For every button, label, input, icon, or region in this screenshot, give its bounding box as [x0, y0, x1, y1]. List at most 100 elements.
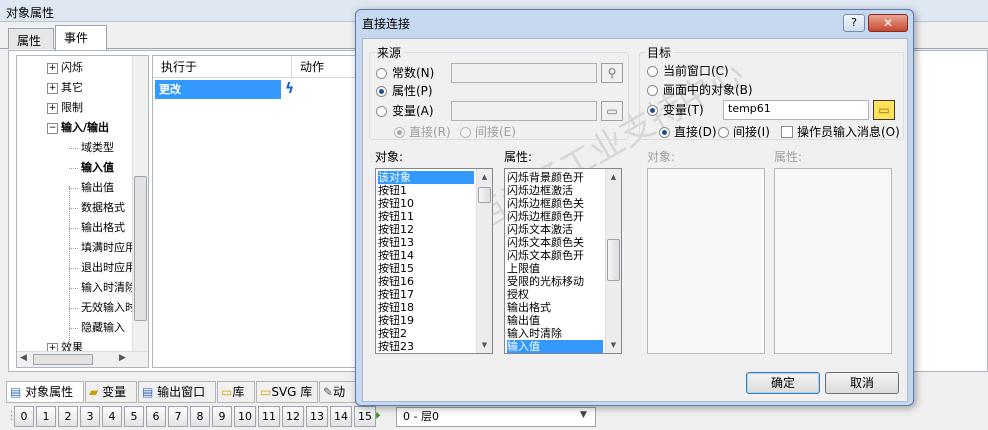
layer-select[interactable]: 0 - 层0: [396, 407, 596, 427]
layer-button[interactable]: 7: [168, 406, 188, 427]
list-item[interactable]: 按钮10: [378, 197, 474, 210]
column-header-action[interactable]: 动作: [292, 56, 363, 78]
list-item[interactable]: 闪烁文本颜色关: [507, 236, 603, 249]
list-item[interactable]: 闪烁边框颜色开: [507, 210, 603, 223]
list-item[interactable]: 按钮19: [378, 314, 474, 327]
layer-button[interactable]: 3: [80, 406, 100, 427]
radio-source-property[interactable]: [376, 86, 387, 97]
list-item[interactable]: 闪烁边框颜色关: [507, 197, 603, 210]
checkbox-operator-input-message[interactable]: [781, 126, 793, 138]
scroll-up-icon[interactable]: ▲: [477, 169, 492, 185]
objects-scrollbar[interactable]: ▲ ▼: [476, 169, 492, 353]
list-item[interactable]: 闪烁边框激活: [507, 184, 603, 197]
grid-row-change[interactable]: 更改: [155, 80, 281, 99]
bottom-tab-library[interactable]: ▭库: [217, 381, 255, 403]
bottom-tab-variables[interactable]: ▰ 变量: [85, 381, 137, 403]
list-item[interactable]: 按钮13: [378, 236, 474, 249]
layer-button[interactable]: 0: [14, 406, 34, 427]
list-item[interactable]: 闪烁背景颜色开: [507, 171, 603, 184]
radio-source-constant[interactable]: [376, 68, 387, 79]
tree-item[interactable]: 隐藏输入: [81, 319, 125, 337]
radio-target-object-in-screen[interactable]: [647, 85, 658, 96]
list-item[interactable]: 按钮1: [378, 184, 474, 197]
tab-events[interactable]: 事件: [55, 25, 107, 50]
help-button[interactable]: ?: [843, 14, 865, 32]
source-variable-input[interactable]: [451, 101, 597, 121]
layer-button[interactable]: 11: [258, 406, 280, 427]
chevron-down-icon[interactable]: ▼: [580, 410, 587, 420]
list-item[interactable]: 按钮11: [378, 210, 474, 223]
tree-item[interactable]: 输出格式: [81, 219, 125, 237]
scroll-down-icon[interactable]: ▼: [606, 337, 621, 353]
tree-item[interactable]: 闪烁: [61, 59, 83, 77]
tree-expander-icon[interactable]: +: [47, 103, 58, 114]
ok-button[interactable]: 确定: [746, 372, 820, 394]
target-properties-listbox[interactable]: [774, 168, 892, 354]
radio-target-variable[interactable]: [647, 105, 658, 116]
tree-hscroll-thumb[interactable]: [33, 354, 93, 365]
tree-vertical-scrollbar[interactable]: [132, 56, 148, 352]
radio-target-current-window[interactable]: [647, 66, 658, 77]
tree-item[interactable]: 限制: [61, 99, 83, 117]
list-item[interactable]: 闪烁文本颜色开: [507, 249, 603, 262]
objects-scroll-thumb[interactable]: [478, 187, 491, 203]
tree-item[interactable]: 输入值: [81, 159, 114, 177]
properties-listbox[interactable]: 输入值 输入时清除 输出值 输出格式 授权 受限的光标移动 上限值 闪烁文本颜色开 闪烁文本颜色…: [504, 168, 622, 354]
close-button[interactable]: ✕: [868, 14, 908, 32]
bottom-tab-output-window[interactable]: ▤ 输出窗口: [138, 381, 216, 403]
tree-item[interactable]: 其它: [61, 79, 83, 97]
list-item[interactable]: 按钮18: [378, 301, 474, 314]
properties-scroll-thumb[interactable]: [607, 239, 620, 281]
bottom-tab-animation[interactable]: ✎动: [319, 381, 356, 403]
tree-item[interactable]: 填满时应用: [81, 239, 136, 257]
tree-expander-icon[interactable]: +: [47, 83, 58, 94]
layer-button[interactable]: 15: [354, 406, 376, 427]
layer-button[interactable]: 10: [234, 406, 256, 427]
scroll-down-icon[interactable]: ▼: [477, 337, 492, 353]
objects-listbox[interactable]: 按钮23 按钮2 按钮19 按钮18 按钮17 按钮16 按钮15 按钮14 按钮13 按钮12 按…: [375, 168, 493, 354]
tree-expander-icon[interactable]: +: [47, 63, 58, 74]
layer-button[interactable]: 5: [124, 406, 144, 427]
target-variable-browse-button[interactable]: ▭: [873, 100, 895, 120]
tree-expander-icon[interactable]: −: [47, 123, 58, 134]
scroll-right-arrow-icon[interactable]: ▶: [119, 353, 126, 363]
radio-source-variable[interactable]: [376, 106, 387, 117]
layer-button[interactable]: 14: [330, 406, 352, 427]
column-header-exec[interactable]: 执行于: [153, 56, 292, 78]
scroll-up-icon[interactable]: ▲: [606, 169, 621, 185]
layer-button[interactable]: 12: [282, 406, 304, 427]
constant-picker-button[interactable]: ⚲: [601, 63, 623, 83]
list-item[interactable]: 输出值: [507, 314, 603, 327]
radio-target-direct[interactable]: [659, 127, 670, 138]
radio-source-indirect[interactable]: [460, 127, 471, 138]
tree-item[interactable]: 数据格式: [81, 199, 125, 217]
list-item[interactable]: 按钮23: [378, 340, 474, 353]
constant-input[interactable]: [451, 63, 597, 83]
list-item[interactable]: 该对象: [378, 171, 474, 184]
radio-source-direct[interactable]: [394, 127, 405, 138]
layer-button[interactable]: 8: [190, 406, 210, 427]
tree-item[interactable]: 输入时清除: [81, 279, 136, 297]
list-item[interactable]: 输入时清除: [507, 327, 603, 340]
properties-scrollbar[interactable]: ▲ ▼: [605, 169, 621, 353]
list-item[interactable]: 闪烁文本激活: [507, 223, 603, 236]
list-item[interactable]: 按钮16: [378, 275, 474, 288]
list-item[interactable]: 按钮12: [378, 223, 474, 236]
layer-button[interactable]: 6: [146, 406, 166, 427]
list-item[interactable]: 按钮17: [378, 288, 474, 301]
tree-item[interactable]: 域类型: [81, 139, 114, 157]
radio-target-indirect[interactable]: [718, 127, 729, 138]
tree-item[interactable]: 退出时应用: [81, 259, 136, 277]
source-variable-browse-button[interactable]: ▭: [601, 101, 623, 121]
list-item[interactable]: 受限的光标移动: [507, 275, 603, 288]
layer-button[interactable]: 4: [102, 406, 122, 427]
layer-button[interactable]: 2: [58, 406, 78, 427]
target-objects-listbox[interactable]: [647, 168, 765, 354]
list-item[interactable]: 输入值: [507, 340, 603, 353]
scroll-left-arrow-icon[interactable]: ◀: [20, 353, 27, 363]
layer-button[interactable]: 9: [212, 406, 232, 427]
tree-horizontal-scrollbar[interactable]: ◀ ▶: [17, 351, 148, 367]
cancel-button[interactable]: 取消: [825, 372, 899, 394]
layer-button[interactable]: 1: [36, 406, 56, 427]
tab-properties[interactable]: 属性: [8, 28, 54, 49]
